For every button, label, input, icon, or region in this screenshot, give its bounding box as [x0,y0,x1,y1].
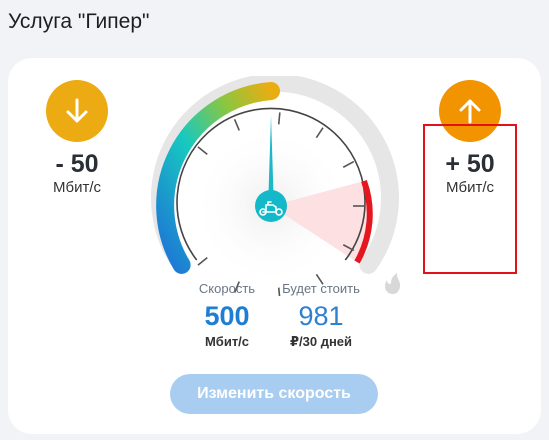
gauge-tick [233,119,240,131]
decrease-speed-control[interactable]: - 50 Мбит/с [27,80,127,196]
decrease-speed-button[interactable] [46,80,108,142]
speed-gauge [151,76,401,296]
arrow-up-icon [459,99,481,124]
decrease-unit: Мбит/с [52,179,101,196]
cost-label: Будет стоить [282,281,360,296]
flame-icon [385,273,401,294]
gauge-tick [315,127,324,139]
cost-value: 981 [298,301,344,331]
page-title: Услуга "Гипер" [8,10,150,33]
gauge-tick [342,160,355,168]
cost-unit: ₽/30 дней [289,334,353,349]
gauge-tick [277,112,281,125]
gauge-center [255,190,287,222]
gauge-tick [197,146,208,156]
gauge-tick [197,256,208,266]
highlight-box [423,124,517,274]
cost-stat: Будет стоить 981 ₽/30 дней [266,281,376,350]
decrease-amount: - 50 [55,150,99,178]
arrow-down-icon [66,98,88,123]
change-speed-button[interactable]: Изменить скорость [170,374,378,414]
